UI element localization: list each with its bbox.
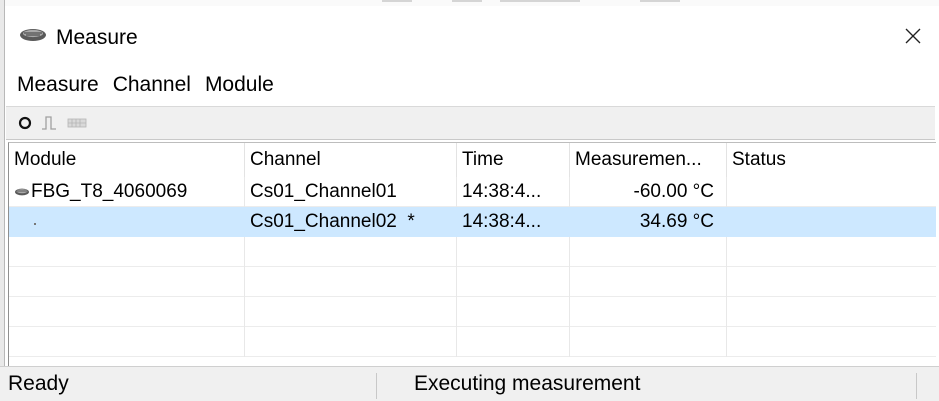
cell-time: 14:38:4... bbox=[457, 207, 570, 237]
empty-row bbox=[9, 267, 936, 297]
module-name: FBG_T8_4060069 bbox=[31, 181, 188, 202]
column-header-status[interactable]: Status bbox=[727, 143, 936, 177]
module-icon bbox=[18, 26, 48, 44]
column-header-module[interactable]: Module bbox=[9, 143, 245, 177]
table-row-selected[interactable]: Cs01_Channel02 * 14:38:4... 34.69 °C bbox=[9, 207, 936, 237]
column-header-measurement[interactable]: Measuremen... bbox=[570, 143, 727, 177]
table-header: Module Channel Time Measuremen... Status bbox=[9, 143, 936, 177]
cell-status bbox=[727, 177, 936, 207]
close-button[interactable] bbox=[891, 16, 935, 56]
module-icon bbox=[14, 177, 30, 207]
start-circle-icon bbox=[18, 116, 32, 130]
cell-module: FBG_T8_4060069 bbox=[9, 177, 245, 207]
cell-channel: Cs01_Channel02 * bbox=[245, 207, 457, 237]
table-row[interactable]: FBG_T8_4060069 Cs01_Channel01 14:38:4...… bbox=[9, 177, 936, 207]
cell-status bbox=[727, 207, 936, 237]
empty-row bbox=[9, 297, 936, 327]
toolbar bbox=[6, 106, 935, 140]
cell-time: 14:38:4... bbox=[457, 177, 570, 207]
column-header-channel[interactable]: Channel bbox=[245, 143, 457, 177]
pulse-button[interactable] bbox=[38, 112, 60, 134]
measurement-table: Module Channel Time Measuremen... Status… bbox=[8, 142, 936, 367]
tree-dot bbox=[34, 223, 36, 225]
menu-measure[interactable]: Measure bbox=[12, 70, 104, 100]
status-ready: Ready bbox=[8, 372, 69, 395]
grid-view-button[interactable] bbox=[64, 112, 90, 134]
menu-module[interactable]: Module bbox=[200, 70, 279, 100]
cell-measurement: -60.00 °C bbox=[570, 177, 727, 207]
empty-row bbox=[9, 237, 936, 267]
status-message: Executing measurement bbox=[414, 372, 641, 395]
menu-channel[interactable]: Channel bbox=[108, 70, 196, 100]
status-separator bbox=[376, 373, 377, 399]
cell-measurement: 34.69 °C bbox=[570, 207, 727, 237]
menu-bar: Measure Channel Module bbox=[6, 68, 279, 102]
grid-icon bbox=[67, 118, 87, 128]
column-header-time[interactable]: Time bbox=[457, 143, 570, 177]
close-icon bbox=[905, 28, 921, 44]
window-left-edge bbox=[0, 0, 5, 400]
title-bar: Measure bbox=[6, 6, 935, 64]
measure-window: Measure Measure Channel Module Module Ch… bbox=[0, 0, 939, 401]
cell-module bbox=[9, 207, 245, 237]
pulse-icon bbox=[42, 116, 56, 130]
start-measure-button[interactable] bbox=[14, 112, 36, 134]
status-separator bbox=[916, 373, 917, 399]
window-title: Measure bbox=[56, 26, 138, 49]
cell-channel: Cs01_Channel01 bbox=[245, 177, 457, 207]
status-bar: Ready Executing measurement bbox=[0, 366, 939, 401]
empty-row bbox=[9, 327, 936, 357]
